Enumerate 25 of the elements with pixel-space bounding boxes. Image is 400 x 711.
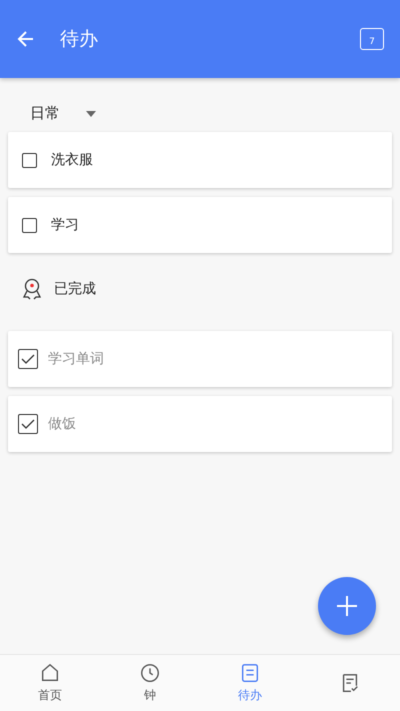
todo-text: 做饭 [48,415,76,433]
checkbox[interactable] [18,414,38,434]
clock-icon [139,662,161,684]
dropdown-caret-icon [86,110,96,116]
todo-text: 学习单词 [48,350,104,368]
plus-icon [335,594,359,618]
check-icon [21,418,35,430]
nav-tab[interactable]: 钟 [100,655,200,711]
medal-icon [22,278,42,300]
checkbox[interactable] [22,152,37,168]
screen-title: 待办 [60,27,99,52]
checkbox[interactable] [18,349,38,369]
todo-text: 学习 [51,216,79,234]
category-dropdown[interactable]: 日常 [30,104,96,123]
todo-text: 洗衣服 [51,151,93,169]
nav-tab[interactable]: 首页 [0,655,100,711]
calendar-icon[interactable]: 7 [360,28,384,50]
list-icon [239,662,261,684]
back-arrow-icon[interactable] [16,29,36,49]
checkbox[interactable] [22,218,37,232]
completed-heading: 已完成 [54,280,96,298]
add-button[interactable] [318,577,376,635]
check-icon [21,353,35,365]
home-icon [39,662,61,684]
nav-tab[interactable]: 待办 [200,655,300,711]
